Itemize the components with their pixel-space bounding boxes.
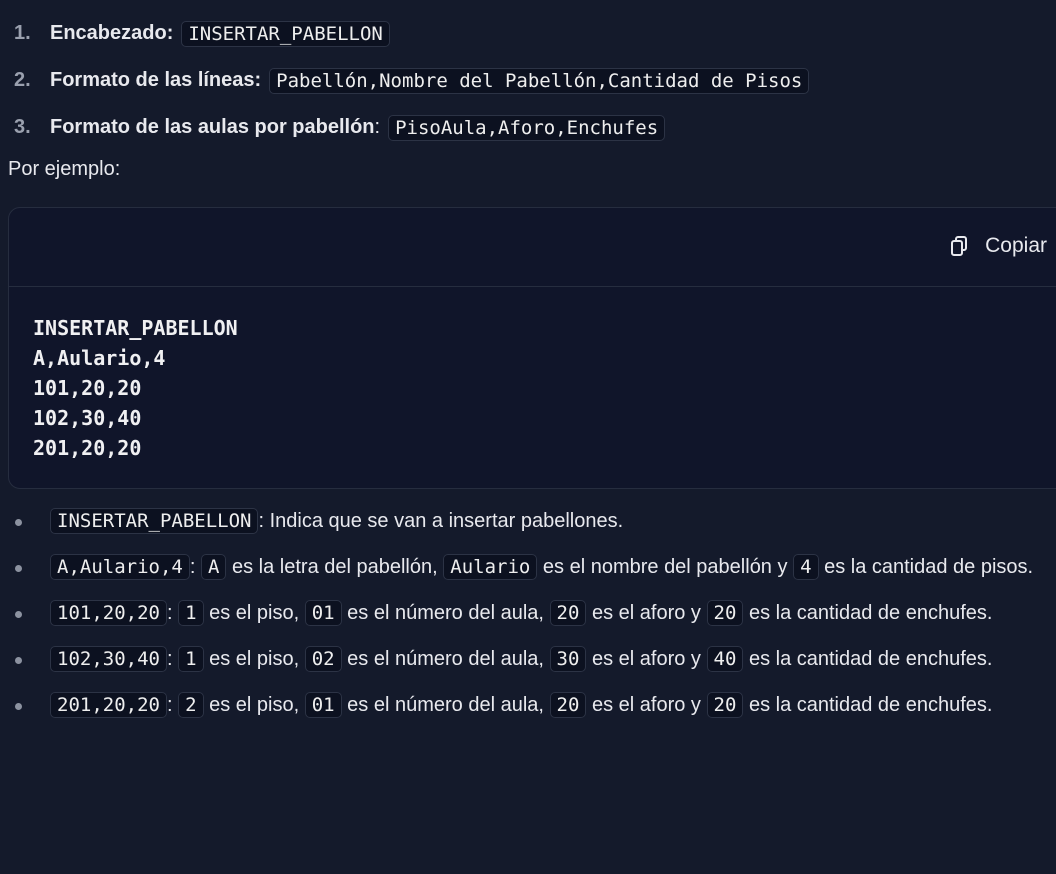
format-list-item: 3. Formato de las aulas por pabellón : P… (14, 104, 809, 151)
explanation-text: es la cantidad de enchufes. (748, 648, 993, 670)
inline-code: 02 (304, 646, 342, 672)
explanation-text: es el piso, (209, 648, 300, 670)
inline-code: 20 (549, 692, 587, 718)
code-line: 102,30,40 (33, 406, 142, 430)
format-list-item: 1. Encabezado: INSERTAR_PABELLON (14, 10, 809, 57)
code-block-header: Copiar (9, 208, 1056, 287)
explanation-list: INSERTAR_PABELLON: Indica que se van a i… (0, 504, 1056, 734)
inline-code: Pabellón,Nombre del Pabellón,Cantidad de… (269, 67, 810, 94)
list-number: 3. (14, 116, 31, 138)
inline-code: 1 (178, 646, 204, 672)
separator: : (166, 694, 173, 716)
inline-code: 102,30,40 (50, 646, 167, 672)
list-item: A,Aulario,4: A es la letra del pabellón,… (0, 550, 1056, 584)
list-label: Encabezado: (50, 22, 174, 44)
separator: : (166, 648, 173, 670)
inline-code: 4 (793, 554, 819, 580)
explanation-text: es el número del aula, (347, 602, 544, 624)
list-item: 102,30,40: 1 es el piso, 02 es el número… (0, 642, 1056, 676)
inline-code: INSERTAR_PABELLON (50, 508, 259, 534)
inline-code: 20 (706, 600, 744, 626)
explanation-text: es el aforo y (591, 694, 701, 716)
explanation-text: es el número del aula, (347, 694, 544, 716)
explanation-text: es el piso, (209, 694, 300, 716)
inline-code: A (200, 554, 227, 580)
explanation-text: es la letra del pabellón, (231, 556, 438, 578)
bullet-icon (15, 519, 22, 526)
inline-code: 01 (304, 692, 342, 718)
inline-code: 40 (706, 646, 744, 672)
inline-code: PisoAula,Aforo,Enchufes (388, 114, 666, 141)
list-label: Formato de las líneas: (50, 69, 262, 91)
inline-code: INSERTAR_PABELLON (181, 20, 390, 47)
copy-label: Copiar (985, 234, 1047, 257)
explanation-text: es el aforo y (591, 602, 701, 624)
list-label: Formato de las aulas por pabellón (50, 116, 375, 138)
list-label-colon: : (374, 116, 381, 138)
explanation-text: es la cantidad de enchufes. (748, 602, 993, 624)
explanation-text: : Indica que se van a insertar pabellone… (258, 510, 624, 532)
format-list-item: 2. Formato de las líneas: Pabellón,Nombr… (14, 57, 810, 104)
inline-code: 101,20,20 (50, 600, 167, 626)
copy-icon (951, 236, 968, 256)
inline-code: 30 (549, 646, 587, 672)
format-list: 1. Encabezado: INSERTAR_PABELLON 2. Form… (14, 10, 810, 151)
code-line: 101,20,20 (33, 376, 142, 400)
inline-code: A,Aulario,4 (50, 554, 190, 580)
separator: : (189, 556, 196, 578)
bullet-icon (15, 703, 22, 710)
code-line: 201,20,20 (33, 436, 142, 460)
bullet-icon (15, 611, 22, 618)
inline-code: 20 (706, 692, 744, 718)
bullet-icon (15, 565, 22, 572)
code-line: INSERTAR_PABELLON (33, 316, 238, 340)
explanation-text: es la cantidad de enchufes. (748, 694, 993, 716)
list-item: 101,20,20: 1 es el piso, 01 es el número… (0, 596, 1056, 630)
inline-code: 1 (178, 600, 204, 626)
inline-code: Aulario (443, 554, 538, 580)
list-number: 2. (14, 69, 31, 91)
inline-code: 20 (549, 600, 587, 626)
bullet-icon (15, 657, 22, 664)
intro-text: Por ejemplo: (8, 158, 121, 180)
explanation-text: es el número del aula, (347, 648, 544, 670)
separator: : (166, 602, 173, 624)
explanation-text: es el piso, (209, 602, 300, 624)
list-item: INSERTAR_PABELLON: Indica que se van a i… (0, 504, 1056, 538)
inline-code: 01 (304, 600, 342, 626)
code-content[interactable]: INSERTAR_PABELLON A,Aulario,4 101,20,20 … (9, 287, 1056, 463)
explanation-text: es el nombre del pabellón y (542, 556, 788, 578)
explanation-text: es la cantidad de pisos. (824, 556, 1034, 578)
copy-button[interactable]: Copiar (951, 234, 1047, 258)
explanation-text: es el aforo y (591, 648, 701, 670)
inline-code: 2 (178, 692, 204, 718)
inline-code: 201,20,20 (50, 692, 167, 718)
code-block: Copiar INSERTAR_PABELLON A,Aulario,4 101… (8, 207, 1056, 489)
code-line: A,Aulario,4 (33, 346, 166, 370)
list-number: 1. (14, 22, 31, 44)
list-item: 201,20,20: 2 es el piso, 01 es el número… (0, 688, 1056, 722)
